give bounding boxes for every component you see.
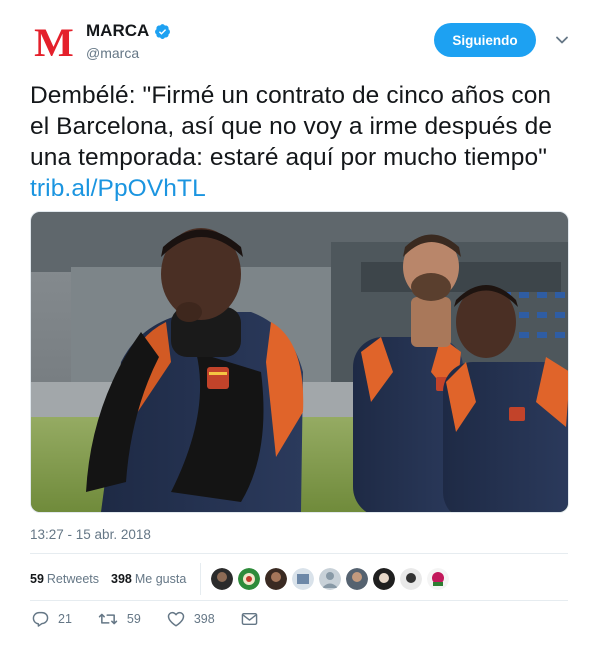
display-name[interactable]: MARCA: [86, 21, 149, 41]
likes-stat[interactable]: 398 Me gusta: [111, 572, 186, 586]
photo-scene: [31, 212, 568, 512]
like-button[interactable]: 398: [167, 611, 215, 627]
avatar[interactable]: [211, 568, 234, 590]
avatar[interactable]: [427, 568, 450, 590]
avatar[interactable]: [319, 568, 342, 590]
retweets-label: Retweets: [46, 572, 100, 586]
verified-badge-icon: [154, 23, 171, 40]
name-row: MARCA: [86, 21, 171, 41]
avatar[interactable]: [238, 568, 261, 590]
retweet-button[interactable]: 59: [98, 611, 141, 627]
tweet-actions: 21 59 398: [32, 611, 293, 627]
tweet-photo[interactable]: [30, 211, 569, 513]
reply-button[interactable]: 21: [32, 611, 72, 627]
like-count: 398: [193, 612, 215, 626]
chevron-down-icon[interactable]: [552, 30, 572, 50]
tweet-body: Dembélé: "Firmé un contrato de cinco año…: [30, 82, 553, 171]
retweet-count: 59: [126, 612, 141, 626]
liker-avatars: [211, 568, 450, 590]
reply-icon: [32, 611, 49, 627]
tweet-link[interactable]: trib.al/PpOVhTL: [30, 175, 206, 202]
tweet-timestamp[interactable]: 13:27 - 15 abr. 2018: [30, 527, 151, 542]
tweet-text: Dembélé: "Firmé un contrato de cinco año…: [30, 80, 575, 204]
envelope-icon: [241, 612, 257, 626]
retweets-stat[interactable]: 59 Retweets: [30, 572, 99, 586]
likes-count: 398: [111, 572, 132, 586]
retweet-icon: [98, 613, 118, 625]
divider-top: [30, 553, 568, 554]
tweet-header: M MARCA @marca Siguiendo: [30, 18, 575, 66]
avatar[interactable]: [346, 568, 369, 590]
following-button[interactable]: Siguiendo: [434, 23, 536, 57]
avatar[interactable]: [292, 568, 315, 590]
user-handle[interactable]: @marca: [86, 45, 139, 61]
retweets-count: 59: [30, 572, 44, 586]
avatar[interactable]: [373, 568, 396, 590]
direct-message-button[interactable]: [241, 612, 267, 626]
stats-separator: [200, 563, 202, 595]
avatar[interactable]: [400, 568, 423, 590]
engagement-stats: 59 Retweets 398 Me gusta: [30, 563, 568, 595]
logo-letter: M: [34, 20, 74, 65]
divider-bottom: [30, 600, 568, 601]
avatar[interactable]: [265, 568, 288, 590]
marca-logo[interactable]: M: [30, 20, 76, 66]
reply-count: 21: [58, 612, 72, 626]
heart-icon: [167, 611, 185, 627]
likes-label: Me gusta: [134, 572, 187, 586]
